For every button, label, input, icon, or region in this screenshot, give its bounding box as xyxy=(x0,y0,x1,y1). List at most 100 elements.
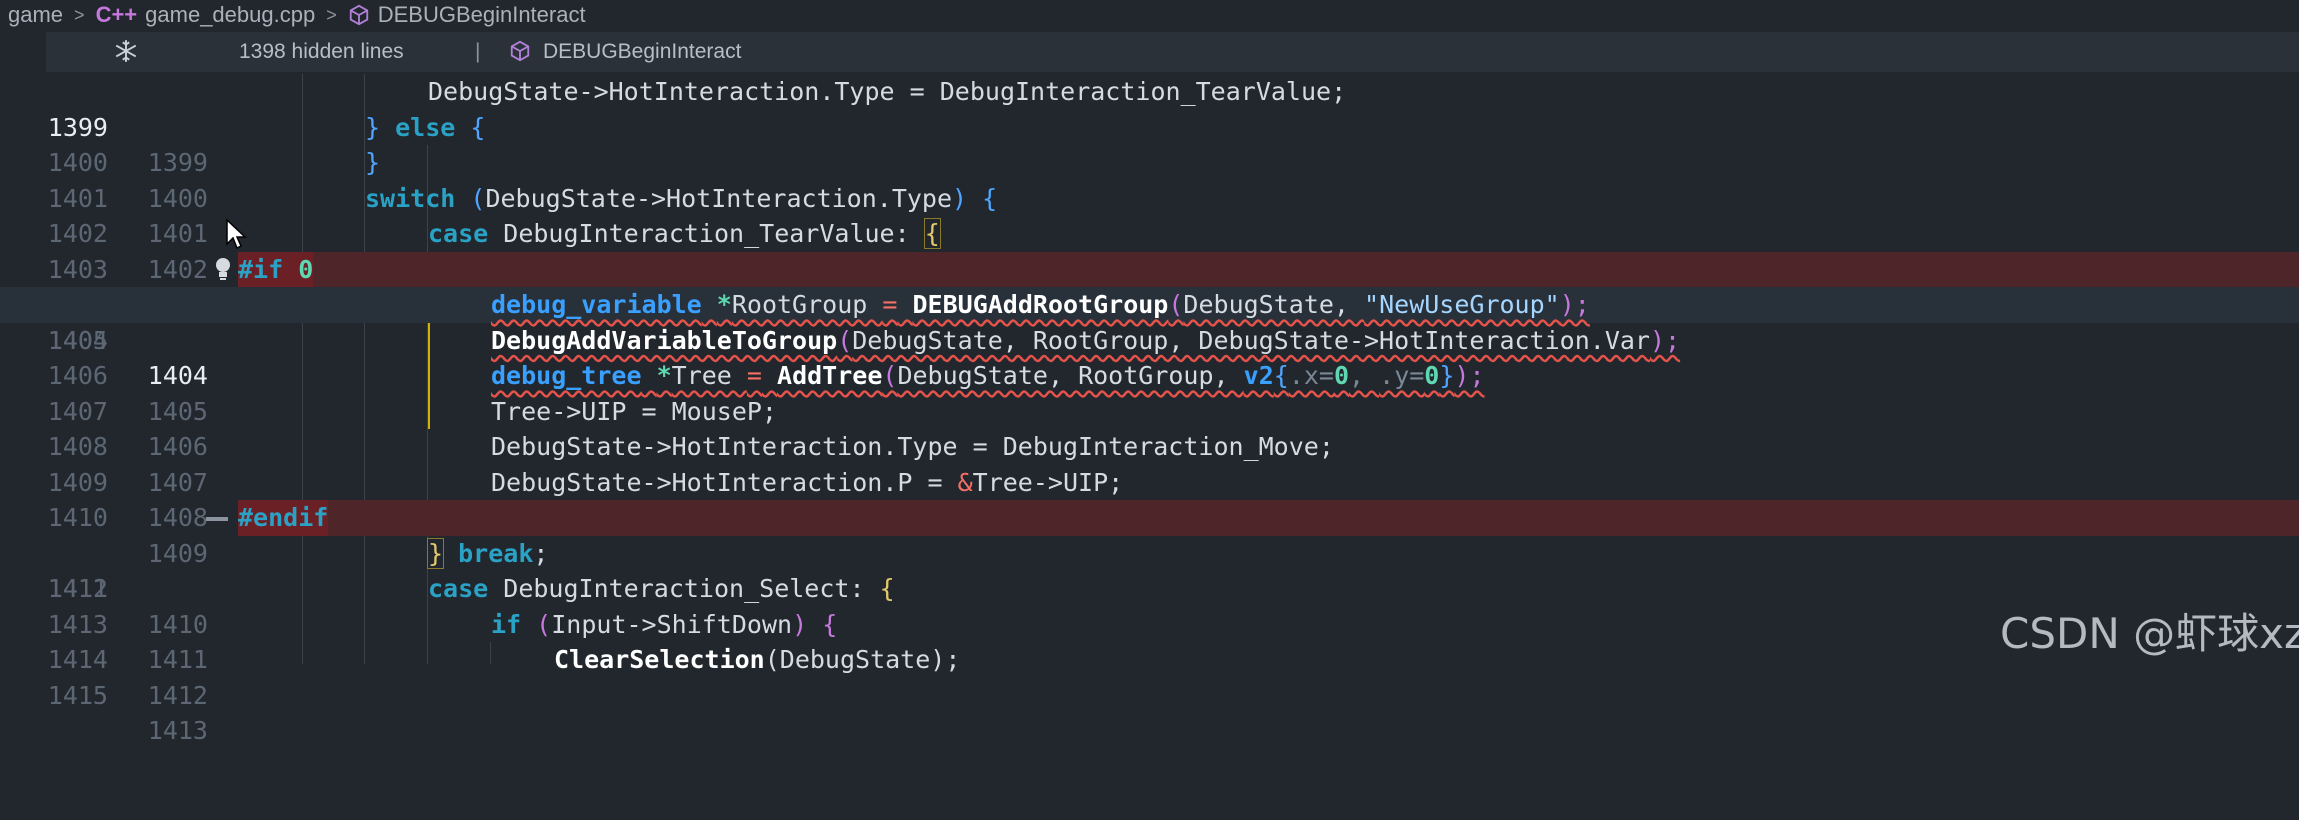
code-text: debug_variable *RootGroup = DEBUGAddRoot… xyxy=(491,287,1590,323)
code-token: case xyxy=(428,574,489,603)
code-line[interactable]: 1405 1404 debug_variable *RootGroup = DE… xyxy=(0,287,2299,390)
code-token: , xyxy=(1349,361,1380,390)
line-number-original: 1415 xyxy=(47,680,108,710)
code-token: ( xyxy=(882,361,898,390)
code-text: DebugAddVariableToGroup(DebugState, Root… xyxy=(491,323,1680,359)
code-line[interactable]: 1406 1405 DebugAddVariableToGroup(DebugS… xyxy=(0,323,2299,426)
code-line[interactable]: 1407 1406 debug_tree *Tree = AddTree(Deb… xyxy=(0,358,2299,461)
sticky-scroll-icon[interactable] xyxy=(113,38,139,64)
disabled-region-highlight xyxy=(238,500,2299,536)
code-text: case DebugInteraction_Select: { xyxy=(428,571,895,607)
code-line[interactable]: 1408 1407 Tree->UIP = MouseP; xyxy=(0,394,2299,497)
hidden-lines-symbol[interactable]: DEBUGBeginInteract xyxy=(543,40,741,64)
code-token: AddTree xyxy=(777,361,883,390)
breadcrumb-item-folder[interactable]: game xyxy=(8,2,63,28)
code-line[interactable]: 1410 1409 DebugState->HotInteraction.P =… xyxy=(0,465,2299,568)
lightbulb-icon[interactable] xyxy=(212,256,234,282)
code-token: (DebugState); xyxy=(764,645,961,674)
watermark: CSDN @虾球xz xyxy=(2000,609,2299,658)
code-token: ( xyxy=(470,183,486,213)
code-line[interactable]: 1409 1408 DebugState->HotInteraction.Typ… xyxy=(0,429,2299,532)
code-token: { xyxy=(923,218,941,249)
code-token: Tree->UIP; xyxy=(972,467,1124,497)
breadcrumb-separator: > xyxy=(326,4,337,25)
code-token: debug_tree xyxy=(491,361,642,390)
code-line[interactable]: 1403 1403 case DebugInteraction_TearValu… xyxy=(0,216,2299,319)
code-token: else xyxy=(380,112,471,142)
code-token: = xyxy=(882,290,898,319)
code-token: DebugAddVariableToGroup xyxy=(491,325,838,355)
code-token: Tree->UIP = MouseP; xyxy=(491,396,777,426)
code-text: DebugState->HotInteraction.Type = DebugI… xyxy=(491,429,1334,465)
code-token: ); xyxy=(1454,361,1485,390)
code-token: } xyxy=(365,148,381,177)
code-line[interactable]: 1404 #if 0 xyxy=(0,251,2299,355)
code-editor[interactable]: 1399 1399 DebugState->HotInteraction.Typ… xyxy=(0,74,2299,745)
code-text: #endif xyxy=(238,500,329,536)
code-line[interactable]: 1401 1401 } xyxy=(0,145,2299,248)
hidden-lines-separator: | xyxy=(475,40,481,63)
code-token: #endif xyxy=(238,503,329,532)
code-token: DebugState->HotInteraction.Type = DebugI… xyxy=(491,432,1334,461)
code-text: if (Input->ShiftDown) { xyxy=(491,607,837,643)
code-token: RootGroup xyxy=(731,290,883,319)
code-line[interactable]: 1411 #endif xyxy=(0,500,2299,603)
code-token: DEBUGAddRootGroup xyxy=(912,290,1169,319)
code-text: DebugState->HotInteraction.Type = DebugI… xyxy=(428,74,1346,110)
code-text: switch (DebugState->HotInteraction.Type)… xyxy=(365,181,997,217)
code-token: Input->ShiftDown xyxy=(551,609,793,639)
code-token: ( xyxy=(837,325,853,355)
code-token: DebugInteraction_TearValue: xyxy=(488,219,925,248)
breadcrumb: game > C++ game_debug.cpp > DEBUGBeginIn… xyxy=(0,0,2299,30)
code-token: 0 xyxy=(298,254,314,284)
code-text: debug_tree *Tree = AddTree(DebugState, R… xyxy=(491,358,1485,394)
code-token: ); xyxy=(1559,290,1590,319)
code-line[interactable]: 1415 1413 ClearSelection(DebugState); xyxy=(0,642,2299,745)
code-token: DebugState->HotInteraction.Type = DebugI… xyxy=(428,77,1347,106)
hidden-lines-count[interactable]: 1398 hidden lines xyxy=(239,40,404,64)
fold-collapse-icon[interactable] xyxy=(206,517,228,521)
code-line[interactable]: 1400 1400 } else { xyxy=(0,110,2299,213)
code-line[interactable]: 1414 1412 if (Input->ShiftDown) { xyxy=(0,607,2299,710)
code-text: ClearSelection(DebugState); xyxy=(554,642,960,678)
code-text: Tree->UIP = MouseP; xyxy=(491,394,777,430)
hidden-lines-bar[interactable]: 1398 hidden lines | DEBUGBeginInteract xyxy=(46,32,2299,72)
symbol-method-icon xyxy=(510,40,530,62)
code-token: * xyxy=(656,361,672,390)
code-line[interactable]: 1412 1410 } break; xyxy=(0,536,2299,639)
code-line[interactable]: 1402 1402 switch (DebugState->HotInterac… xyxy=(0,181,2299,284)
code-token: "NewUseGroup" xyxy=(1364,290,1560,319)
code-token: * xyxy=(716,290,732,319)
code-token: ClearSelection xyxy=(554,645,765,674)
code-token: } xyxy=(1439,361,1455,390)
code-line[interactable]: 1413 1411 case DebugInteraction_Select: … xyxy=(0,571,2299,674)
code-text: DebugState->HotInteraction.P = &Tree->UI… xyxy=(491,465,1123,501)
code-text: case DebugInteraction_TearValue: { xyxy=(428,216,941,254)
code-token: DebugState, RootGroup, xyxy=(897,361,1244,390)
code-token: switch xyxy=(365,183,456,213)
code-text: } break; xyxy=(426,536,548,572)
code-token: ); xyxy=(1649,325,1681,355)
mouse-pointer-icon xyxy=(226,218,247,250)
breadcrumb-item-file[interactable]: game_debug.cpp xyxy=(145,2,315,28)
code-token: DebugInteraction_Select: xyxy=(488,574,880,603)
symbol-method-icon xyxy=(349,4,368,26)
breadcrumb-item-symbol[interactable]: DEBUGBeginInteract xyxy=(378,2,586,28)
code-token: v2 xyxy=(1243,361,1274,390)
code-token: .x= xyxy=(1288,361,1334,390)
code-line[interactable]: 1399 1399 DebugState->HotInteraction.Typ… xyxy=(0,74,2299,177)
code-token: { xyxy=(879,574,895,603)
code-token: #if xyxy=(238,254,284,284)
disabled-region-highlight xyxy=(238,251,2299,287)
code-token: 0 xyxy=(1333,361,1350,390)
code-token: .y= xyxy=(1379,361,1425,390)
code-token: } xyxy=(426,537,445,569)
code-token: } xyxy=(365,112,381,142)
